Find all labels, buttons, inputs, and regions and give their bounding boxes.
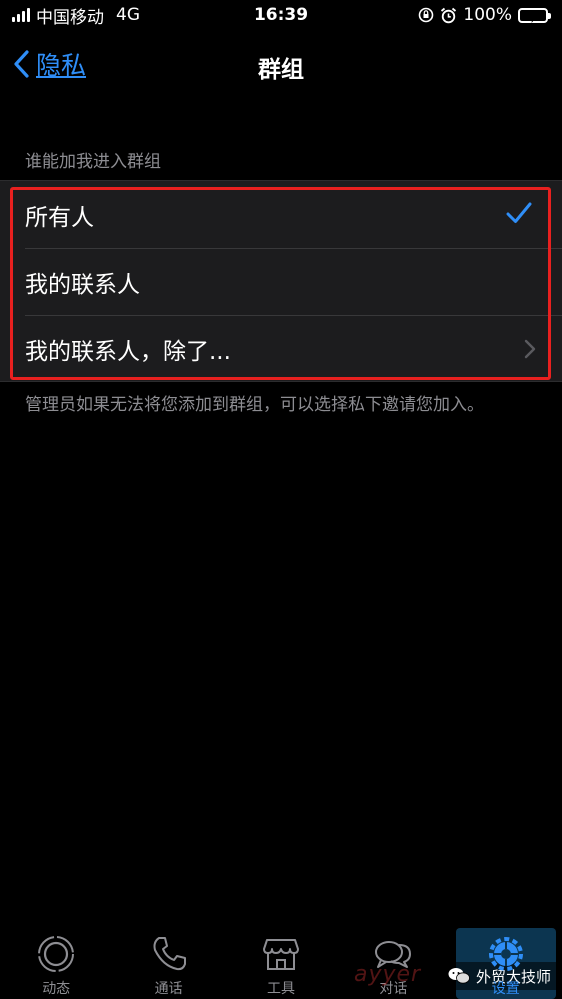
battery-icon [518, 7, 551, 23]
option-my-contacts-except[interactable]: 我的联系人，除了... [0, 315, 562, 382]
option-everyone[interactable]: 所有人 [0, 181, 562, 248]
tab-label: 通话 [154, 981, 183, 997]
tab-tools[interactable]: 工具 [225, 924, 337, 998]
gear-icon [488, 937, 523, 971]
option-label: 所有人 [25, 204, 94, 231]
tab-status[interactable]: 动态 [0, 924, 112, 998]
page-title: 群组 [258, 57, 304, 83]
tab-label: 动态 [42, 981, 71, 997]
chevron-right-icon [524, 339, 536, 359]
watermark-text: ayyer [354, 962, 422, 987]
checkmark-icon [506, 202, 532, 223]
option-label: 我的联系人，除了... [25, 338, 231, 365]
group-permission-list: 所有人 我的联系人 我的联系人，除了... [0, 180, 562, 382]
orientation-lock-icon [419, 7, 434, 23]
store-icon [262, 939, 299, 970]
status-bar: 中国移动 4G 16:39 100% [0, 0, 562, 30]
battery-percent: 100% [463, 5, 512, 25]
screen: 中国移动 4G 16:39 100% 隐私 群组 谁能加我进入群组 所有人 我的… [0, 0, 562, 999]
tab-label: 设置 [491, 981, 520, 997]
option-my-contacts[interactable]: 我的联系人 [0, 248, 562, 315]
tab-label: 工具 [266, 981, 295, 997]
signal-icon [12, 8, 30, 22]
navigation-bar: 隐私 群组 [0, 40, 562, 90]
phone-icon [153, 937, 186, 971]
tab-calls[interactable]: 通话 [113, 924, 225, 998]
option-label: 我的联系人 [25, 271, 140, 298]
carrier-label: 中国移动 [36, 7, 104, 28]
alarm-icon [441, 7, 457, 23]
section-header: 谁能加我进入群组 [25, 152, 161, 172]
status-icon [38, 936, 75, 972]
section-footer: 管理员如果无法将您添加到群组，可以选择私下邀请您加入。 [25, 395, 484, 415]
wechat-icon [448, 968, 470, 984]
network-label: 4G [116, 5, 140, 25]
